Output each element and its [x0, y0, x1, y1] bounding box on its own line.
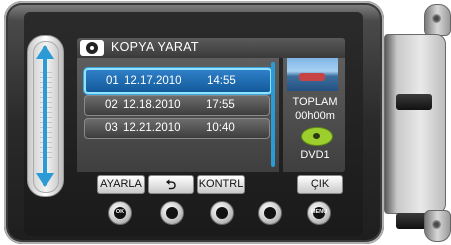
list-item[interactable]: 03 12.21.2010 10:40: [84, 118, 270, 139]
scene-list: 01 12.17.2010 14:55 02 12.18.2010 17:55 …: [77, 58, 279, 172]
down-arrow-icon: [36, 173, 54, 187]
menu-label: MENU: [310, 209, 328, 215]
menu-button[interactable]: MENU: [307, 201, 331, 225]
set-button[interactable]: AYARLA: [97, 175, 145, 194]
up-arrow-icon: [36, 45, 54, 59]
hardware-button-3[interactable]: [210, 201, 234, 225]
exit-button[interactable]: ÇIK: [297, 175, 343, 194]
hinge-slot: [396, 94, 432, 110]
hardware-button-2[interactable]: [160, 201, 184, 225]
item-time: 10:40: [206, 122, 235, 134]
list-scrollbar[interactable]: [271, 62, 275, 167]
disc-label: DVD1: [300, 149, 330, 161]
screw-icon: [432, 220, 441, 229]
item-time: 14:55: [207, 75, 236, 87]
item-number: 01: [106, 75, 119, 87]
back-arrow-icon: ⮌: [165, 177, 177, 192]
list-item[interactable]: 02 12.18.2010 17:55: [84, 95, 270, 116]
slider-arrow-line: [43, 46, 47, 186]
scene-thumbnail: [287, 58, 338, 91]
ok-label: OK: [115, 209, 125, 215]
touch-slider[interactable]: [27, 35, 64, 197]
hardware-button-4[interactable]: [258, 201, 282, 225]
dvd-disc-icon: [301, 127, 333, 146]
camcorder-lcd: KOPYA YARAT 01 12.17.2010 14:55 02 12.18…: [0, 0, 386, 245]
total-label: TOPLAM: [292, 96, 338, 108]
total-value: 00h00m: [295, 110, 335, 122]
list-item[interactable]: 01 12.17.2010 14:55: [84, 68, 272, 94]
side-hinge: [384, 0, 451, 245]
item-date: 12.21.2010: [123, 122, 181, 134]
item-time: 17:55: [206, 99, 235, 111]
ok-button[interactable]: OK: [108, 201, 132, 225]
back-button[interactable]: ⮌: [148, 175, 194, 194]
item-date: 12.18.2010: [123, 99, 181, 111]
item-number: 02: [105, 99, 118, 111]
check-button[interactable]: KONTRL: [197, 175, 245, 194]
disc-icon: [80, 40, 104, 56]
item-date: 12.17.2010: [124, 75, 182, 87]
hinge-panel: [384, 34, 446, 229]
item-number: 03: [105, 122, 118, 134]
page-title: KOPYA YARAT: [111, 40, 199, 54]
screw-icon: [432, 14, 441, 23]
